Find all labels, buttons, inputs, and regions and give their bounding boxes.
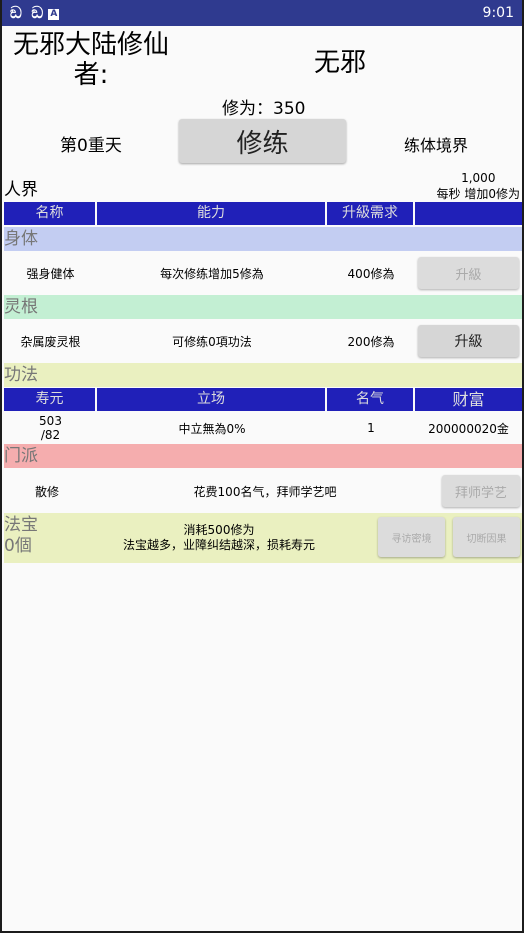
section-body: 身体: [4, 227, 522, 251]
become-disciple-button[interactable]: 拜师学艺: [442, 475, 520, 507]
world-name: 人界: [4, 180, 38, 200]
life-value: 503 /82: [39, 414, 62, 442]
rate-value: 1,000: [461, 171, 496, 185]
section-sect: 门派: [4, 444, 522, 468]
a-notification-icon: A: [48, 9, 60, 20]
stance-value: 中立無為0%: [178, 421, 246, 436]
rate-text: 每秒 增加0修为: [436, 187, 520, 201]
sect-name: 散修: [34, 484, 59, 499]
stats-header: 寿元 立场 名气 财富: [4, 388, 522, 411]
app-notification-icon: ඞ ඞ: [10, 3, 46, 22]
sect-desc: 花费100名气，拜师学艺吧: [193, 484, 337, 499]
body-name: 强身健体: [26, 266, 75, 281]
app-screen: ඞ ඞA 9:01 无邪大陆修仙者: 无邪 修为：350 第0重天 修练 练体境…: [2, 0, 522, 931]
body-upgrade-button[interactable]: 升級: [418, 257, 519, 289]
table-row: 杂属废灵根 可修练0項功法 200修為 升級: [4, 320, 522, 362]
seek-realm-button[interactable]: 寻访密境: [378, 517, 445, 557]
col-requirement-header: 升級需求: [327, 202, 415, 225]
day-counter: 第0重天: [60, 136, 122, 156]
col-wealth-header: 财富: [452, 390, 485, 409]
col-life-header: 寿元: [4, 388, 97, 411]
section-spirit-root: 灵根: [4, 295, 522, 319]
col-ability-header: 能力: [97, 202, 327, 225]
user-label: 无邪大陆修仙者:: [12, 30, 169, 90]
wealth-value: 200000020金: [428, 421, 509, 436]
body-ability: 每次修练增加5修為: [160, 266, 264, 281]
fame-value: 1: [367, 421, 375, 435]
table-row: 强身健体 每次修练增加5修為 400修為 升級: [4, 252, 522, 294]
treasure-cost: 消耗500修为: [183, 523, 255, 537]
col-stance-header: 立场: [97, 388, 327, 411]
col-action-header: [415, 202, 522, 225]
root-ability: 可修练0項功法: [172, 334, 252, 349]
table-header: 名称 能力 升級需求: [4, 202, 522, 225]
cultivation-value: 修为：350: [222, 99, 306, 119]
cultivate-button[interactable]: 修练: [179, 119, 346, 163]
col-name-header: 名称: [4, 202, 97, 225]
col-fame-header: 名气: [327, 388, 415, 411]
rate-info: 1,000 每秒 增加0修为: [437, 170, 520, 202]
body-requirement: 400修為: [347, 266, 395, 281]
treasure-desc: 法宝越多，业障纠结越深，损耗寿元: [122, 538, 315, 552]
cut-karma-button[interactable]: 切断因果: [453, 517, 520, 557]
realm-label: 练体境界: [404, 136, 469, 155]
status-bar: ඞ ඞA 9:01: [2, 0, 522, 26]
section-skill: 功法: [4, 363, 522, 387]
root-name: 杂属废灵根: [20, 334, 81, 349]
section-treasure: 法宝 0個 消耗500修为 法宝越多，业障纠结越深，损耗寿元 寻访密境 切断因果: [4, 513, 522, 563]
treasure-info: 消耗500修为 法宝越多，业障纠结越深，损耗寿元: [94, 523, 344, 553]
clock: 9:01: [482, 5, 514, 21]
table-row: 503 /82 中立無為0% 1 200000020金: [4, 412, 522, 444]
table-row: 散修 花费100名气，拜师学艺吧 拜师学艺: [4, 470, 522, 512]
treasure-count: 0個: [4, 536, 32, 556]
treasure-title: 法宝: [4, 515, 38, 535]
treasure-title-block: 法宝 0個: [4, 515, 38, 557]
root-upgrade-button[interactable]: 升級: [418, 325, 519, 357]
root-requirement: 200修為: [347, 334, 395, 349]
user-name: 无邪: [314, 48, 367, 78]
notification-icons: ඞ ඞA: [10, 3, 60, 23]
